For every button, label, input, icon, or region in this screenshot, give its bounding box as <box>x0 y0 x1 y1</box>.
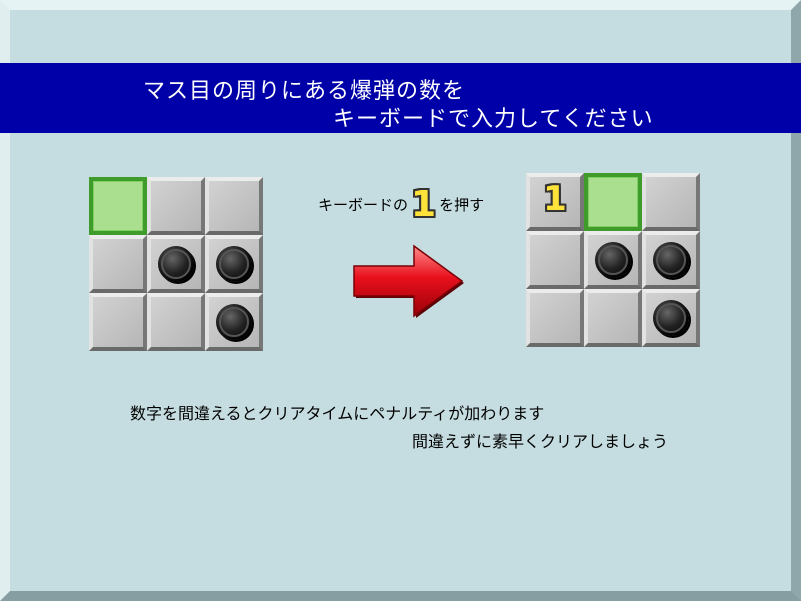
before-cell-cursor <box>89 177 147 235</box>
bomb-icon <box>653 242 689 278</box>
after-cell-bomb <box>642 231 700 289</box>
after-cell-bomb <box>642 289 700 347</box>
cell-number: 1 <box>543 179 567 219</box>
after-cell-empty <box>642 173 700 231</box>
before-cell-empty <box>205 177 263 235</box>
before-cell-empty <box>89 293 147 351</box>
after-cell-empty <box>526 231 584 289</box>
right-arrow-icon <box>353 244 464 318</box>
before-cell-empty <box>89 235 147 293</box>
before-cell-empty <box>147 177 205 235</box>
speed-note: 間違えずに素早くクリアしましょう <box>412 432 669 451</box>
key-instruction: キーボードの1 を押す <box>318 184 485 225</box>
key-instruction-before: キーボードの <box>318 196 409 214</box>
bomb-icon <box>216 304 252 340</box>
after-cell-empty <box>584 289 642 347</box>
before-cell-bomb <box>205 293 263 351</box>
after-cell-empty <box>526 289 584 347</box>
bomb-icon <box>216 246 252 282</box>
instruction-banner: マス目の周りにある爆弾の数を キーボードで入力してください <box>0 63 801 133</box>
bomb-icon <box>653 300 689 336</box>
before-cell-bomb <box>147 235 205 293</box>
after-cell-bomb <box>584 231 642 289</box>
after-grid: 1 <box>526 173 700 347</box>
before-cell-bomb <box>205 235 263 293</box>
key-instruction-after: を押す <box>439 196 485 214</box>
bomb-icon <box>158 246 194 282</box>
after-cell-cursor <box>584 173 642 231</box>
bomb-icon <box>595 242 631 278</box>
after-cell-number: 1 <box>526 173 584 231</box>
before-cell-empty <box>147 293 205 351</box>
penalty-note: 数字を間違えるとクリアタイムにペナルティが加わります <box>130 404 545 423</box>
banner-line-2: キーボードで入力してください <box>333 107 654 132</box>
key-number: 1 <box>411 184 437 225</box>
before-grid <box>89 177 263 351</box>
